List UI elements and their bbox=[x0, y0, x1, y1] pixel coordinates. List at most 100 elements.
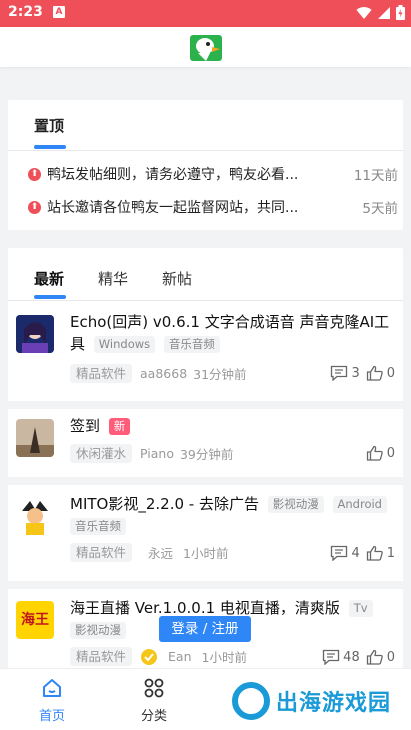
verified-icon bbox=[141, 648, 158, 665]
post-stats: 48 0 bbox=[322, 649, 395, 665]
watermark: 出海游戏园 bbox=[232, 682, 391, 720]
post-category[interactable]: 精品软件 bbox=[70, 364, 133, 383]
post-title-text: 签到 bbox=[70, 417, 101, 435]
grid-icon bbox=[144, 678, 164, 698]
nav-home-label: 首页 bbox=[38, 709, 65, 724]
post-stats: 4 1 bbox=[330, 545, 395, 561]
nav-categories[interactable]: 分类 bbox=[124, 677, 184, 724]
post-category[interactable]: 休闲灌水 bbox=[70, 444, 133, 463]
post-meta: 精品软件 aa8668 31分钟前 bbox=[70, 364, 247, 383]
status-icons bbox=[356, 5, 405, 20]
thumbs-up-icon bbox=[366, 445, 383, 461]
pinned-item-title: 站长邀请各位鸭友一起监督网站，共同... bbox=[47, 200, 299, 216]
status-bar: 2:23 A bbox=[0, 0, 411, 27]
post-tag[interactable]: Tv bbox=[348, 600, 373, 617]
like-count[interactable]: 0 bbox=[366, 365, 395, 381]
tab-latest[interactable]: 最新 bbox=[34, 268, 64, 289]
post-title: Echo(回声) v0.6.1 文字合成语音 声音克隆AI工 具 Windows… bbox=[70, 311, 400, 355]
wifi-icon bbox=[356, 6, 372, 19]
post-time: 31分钟前 bbox=[193, 367, 247, 382]
tab-underline bbox=[34, 295, 66, 299]
post-tag[interactable]: Android bbox=[332, 496, 387, 513]
post-meta: 精品软件 永远 1小时前 bbox=[70, 543, 228, 562]
comment-count-value: 4 bbox=[351, 545, 360, 561]
like-count[interactable]: 0 bbox=[366, 649, 395, 665]
post-author[interactable]: Piano bbox=[140, 446, 174, 461]
post-tag[interactable]: Windows bbox=[93, 336, 156, 353]
watermark-logo-icon bbox=[232, 682, 270, 720]
post-avatar bbox=[16, 315, 54, 353]
post-title: MITO影视_2.2.0 - 去除广告 影视动漫 Android 音乐音频 bbox=[70, 493, 400, 537]
post-separator bbox=[8, 477, 403, 485]
pinned-item[interactable]: ⬆ 鸭坛发帖细则，请务必遵守，鸭友必看... 11天前 bbox=[28, 164, 398, 184]
post-title-line: 具 bbox=[70, 335, 86, 353]
comment-count-value: 48 bbox=[343, 649, 360, 665]
home-icon bbox=[43, 679, 61, 697]
avatar-text: 海王 bbox=[16, 601, 54, 639]
pinned-item-time: 5天前 bbox=[362, 201, 398, 217]
login-register-button[interactable]: 登录 / 注册 bbox=[159, 616, 251, 642]
post-author[interactable]: Ean bbox=[168, 649, 191, 664]
thumbs-up-icon bbox=[366, 649, 383, 665]
post-separator bbox=[8, 401, 403, 409]
post-time: 1小时前 bbox=[183, 546, 229, 561]
like-count-value: 0 bbox=[386, 365, 395, 381]
app-notification-icon: A bbox=[53, 6, 65, 18]
comment-count-value: 3 bbox=[351, 365, 360, 381]
post-author[interactable]: aa8668 bbox=[140, 366, 187, 381]
status-time: 2:23 bbox=[8, 4, 43, 20]
comment-count[interactable]: 48 bbox=[322, 649, 360, 665]
like-count-value: 1 bbox=[386, 545, 395, 561]
thumbs-up-icon bbox=[366, 365, 383, 381]
like-count-value: 0 bbox=[386, 445, 395, 461]
post-tag[interactable]: 影视动漫 bbox=[267, 496, 324, 513]
battery-icon bbox=[396, 5, 405, 20]
post-title: 签到 新 bbox=[70, 415, 131, 437]
post-avatar bbox=[16, 419, 54, 457]
post-meta: 精品软件 Ean 1小时前 bbox=[70, 647, 247, 666]
post-item[interactable]: MITO影视_2.2.0 - 去除广告 影视动漫 Android 音乐音频 精品… bbox=[8, 485, 403, 581]
post-title-text: 海王直播 Ver.1.0.0.1 电视直播，清爽版 bbox=[70, 599, 340, 617]
post-stats: 3 0 bbox=[330, 365, 395, 381]
post-title-line: Echo(回声) v0.6.1 文字合成语音 声音克隆AI工 bbox=[70, 313, 390, 331]
comment-icon bbox=[323, 649, 340, 665]
new-badge: 新 bbox=[108, 418, 131, 435]
tab-pinned[interactable]: 置顶 bbox=[34, 115, 64, 136]
post-avatar bbox=[16, 497, 54, 535]
duck-logo-icon[interactable] bbox=[190, 31, 222, 63]
post-tag[interactable]: 音乐音频 bbox=[70, 518, 126, 535]
post-stats: 0 bbox=[366, 445, 395, 461]
post-author[interactable]: 永远 bbox=[148, 543, 173, 562]
like-count-value: 0 bbox=[386, 649, 395, 665]
comment-count[interactable]: 4 bbox=[330, 545, 360, 561]
post-tag[interactable]: 影视动漫 bbox=[70, 622, 126, 639]
post-item[interactable]: 签到 新 休闲灌水 Piano 39分钟前 0 bbox=[8, 409, 403, 477]
tab-featured[interactable]: 精华 bbox=[98, 268, 128, 289]
watermark-text: 出海游戏园 bbox=[276, 691, 392, 716]
like-count[interactable]: 0 bbox=[366, 445, 395, 461]
divider bbox=[8, 150, 403, 151]
like-count[interactable]: 1 bbox=[366, 545, 395, 561]
pinned-card: 置顶 ⬆ 鸭坛发帖细则，请务必遵守，鸭友必看... 11天前 ⬆ 站长邀请各位鸭… bbox=[8, 100, 403, 230]
tab-new-posts[interactable]: 新帖 bbox=[162, 268, 192, 289]
comment-count[interactable]: 3 bbox=[330, 365, 360, 381]
nav-home[interactable]: 首页 bbox=[22, 677, 82, 724]
pinned-item-time: 11天前 bbox=[353, 168, 398, 184]
post-meta: 休闲灌水 Piano 39分钟前 bbox=[70, 444, 233, 463]
post-separator bbox=[8, 581, 403, 589]
pinned-item[interactable]: ⬆ 站长邀请各位鸭友一起监督网站，共同... 5天前 bbox=[28, 197, 398, 217]
pin-up-arrow-icon: ⬆ bbox=[28, 200, 41, 214]
comment-icon bbox=[331, 545, 348, 561]
post-category[interactable]: 精品软件 bbox=[70, 543, 133, 562]
nav-categories-label: 分类 bbox=[140, 709, 167, 724]
feed-card: 最新 精华 新帖 Echo(回声) v0.6.1 文字合成语音 声音克隆AI工 … bbox=[8, 248, 403, 668]
comment-icon bbox=[331, 365, 348, 381]
pin-up-arrow-icon: ⬆ bbox=[28, 167, 41, 181]
post-category[interactable]: 精品软件 bbox=[70, 647, 133, 666]
post-title-text: MITO影视_2.2.0 - 去除广告 bbox=[70, 495, 259, 513]
tab-underline bbox=[34, 145, 66, 149]
app-header bbox=[0, 27, 411, 67]
post-tag[interactable]: 音乐音频 bbox=[163, 336, 220, 353]
post-item[interactable]: Echo(回声) v0.6.1 文字合成语音 声音克隆AI工 具 Windows… bbox=[8, 301, 403, 401]
pinned-item-title: 鸭坛发帖细则，请务必遵守，鸭友必看... bbox=[47, 167, 299, 183]
